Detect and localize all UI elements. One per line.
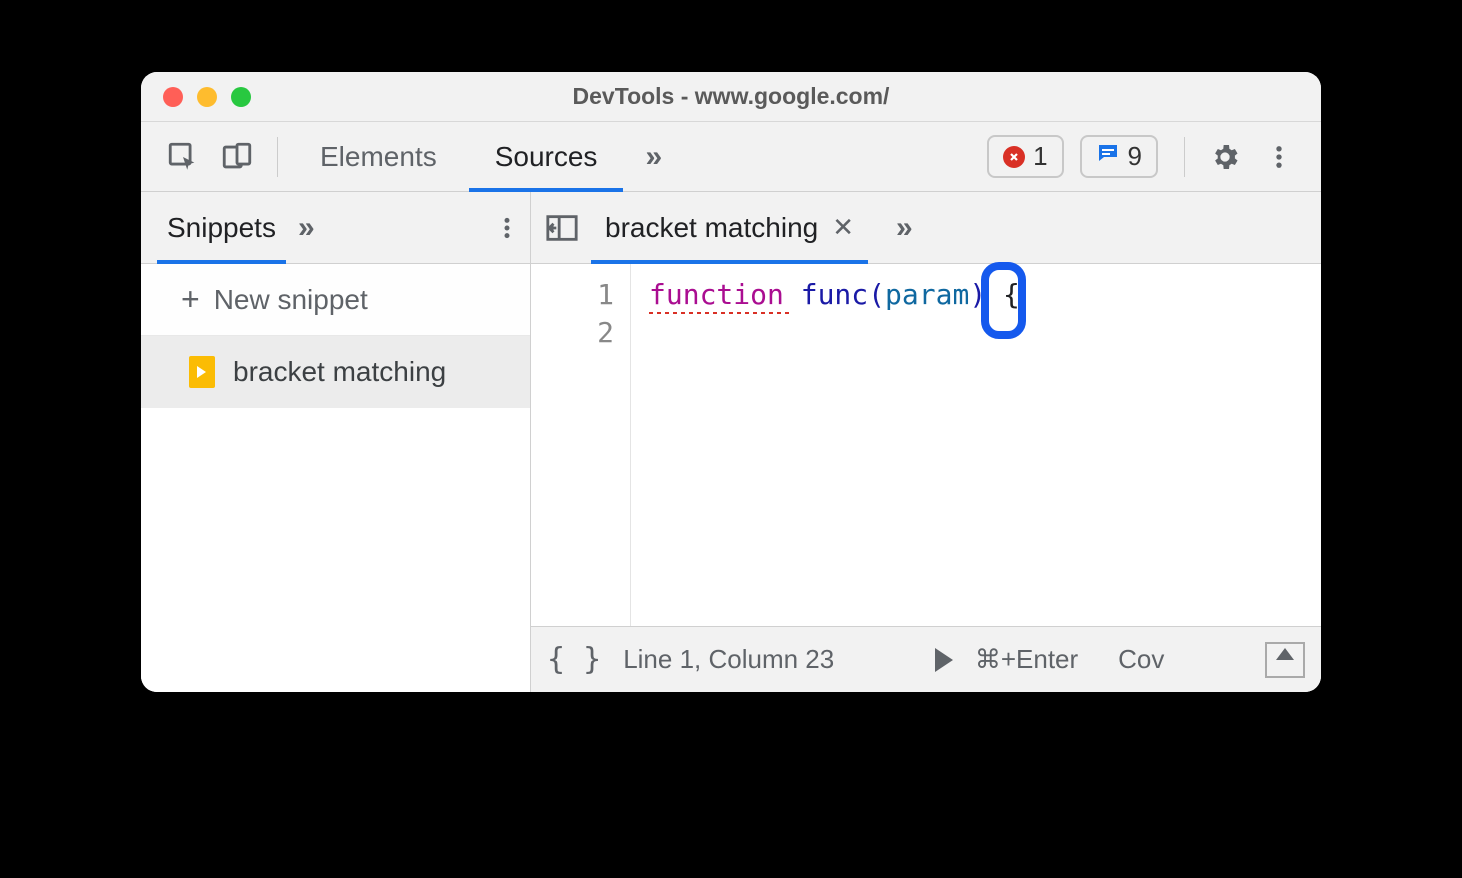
plus-icon: + [181, 281, 200, 318]
editor-tabs: bracket matching ✕ » [531, 192, 1321, 264]
more-options-icon[interactable] [1255, 133, 1303, 181]
zoom-window-button[interactable] [231, 87, 251, 107]
inspect-element-icon[interactable] [159, 133, 207, 181]
titlebar: DevTools - www.google.com/ [141, 72, 1321, 122]
editor-panel: bracket matching ✕ » 1 2 function func(p… [531, 192, 1321, 692]
minimize-window-button[interactable] [197, 87, 217, 107]
sidebar-more-icon[interactable] [494, 215, 520, 241]
param-token: param [885, 278, 969, 311]
drawer-toggle-icon[interactable] [1265, 642, 1305, 678]
settings-icon[interactable] [1201, 133, 1249, 181]
function-name-token: func [801, 278, 868, 311]
navigator-toggle-icon[interactable] [545, 213, 579, 243]
line-number: 2 [531, 314, 614, 352]
snippet-item-label: bracket matching [233, 356, 446, 388]
line-number-gutter: 1 2 [531, 264, 631, 626]
devtools-window: DevTools - www.google.com/ Elements Sour… [141, 72, 1321, 692]
cursor-position: Line 1, Column 23 [623, 644, 834, 675]
open-paren-token: ( [868, 278, 885, 311]
more-tabs-icon[interactable]: » [645, 140, 662, 174]
device-toolbar-icon[interactable] [213, 133, 261, 181]
sidebar-tabs: Snippets » [141, 192, 530, 264]
snippet-list-item[interactable]: bracket matching [141, 336, 530, 408]
coverage-label[interactable]: Cov [1118, 644, 1164, 675]
sidebar-tab-snippets[interactable]: Snippets [161, 192, 282, 263]
code-content[interactable]: function func(param) { [631, 264, 1020, 626]
error-icon [1003, 146, 1025, 168]
code-editor[interactable]: 1 2 function func(param) { [531, 264, 1321, 626]
annotation-highlight [981, 262, 1026, 339]
messages-count: 9 [1128, 141, 1142, 172]
tab-sources[interactable]: Sources [469, 122, 624, 191]
editor-tab-label: bracket matching [605, 212, 818, 244]
more-editor-tabs-icon[interactable]: » [896, 211, 913, 245]
toolbar-divider [1184, 137, 1185, 177]
snippet-file-icon [189, 356, 215, 388]
sidebar-list: + New snippet bracket matching [141, 264, 530, 692]
syntax-error-underline [649, 312, 789, 314]
format-code-icon[interactable]: { } [547, 642, 601, 677]
panel-body: Snippets » + New snippet bracket matchin… [141, 192, 1321, 692]
new-snippet-button[interactable]: + New snippet [141, 264, 530, 336]
message-icon [1096, 141, 1120, 172]
window-title: DevTools - www.google.com/ [141, 83, 1321, 110]
new-snippet-label: New snippet [214, 284, 368, 316]
tab-elements[interactable]: Elements [294, 122, 463, 191]
run-snippet-icon[interactable] [935, 648, 953, 672]
errors-badge[interactable]: 1 [987, 135, 1063, 178]
close-window-button[interactable] [163, 87, 183, 107]
keyword-token: function [649, 278, 784, 311]
editor-statusbar: { } Line 1, Column 23 ⌘+Enter Cov [531, 626, 1321, 692]
traffic-lights [141, 87, 251, 107]
run-shortcut-label: ⌘+Enter [975, 644, 1078, 675]
toolbar-divider [277, 137, 278, 177]
errors-count: 1 [1033, 141, 1047, 172]
messages-badge[interactable]: 9 [1080, 135, 1158, 178]
sidebar: Snippets » + New snippet bracket matchin… [141, 192, 531, 692]
editor-tab-bracket-matching[interactable]: bracket matching ✕ [597, 192, 862, 263]
line-number: 1 [531, 276, 614, 314]
close-tab-icon[interactable]: ✕ [832, 212, 854, 243]
more-sidebar-tabs-icon[interactable]: » [298, 211, 315, 245]
main-toolbar: Elements Sources » 1 9 [141, 122, 1321, 192]
